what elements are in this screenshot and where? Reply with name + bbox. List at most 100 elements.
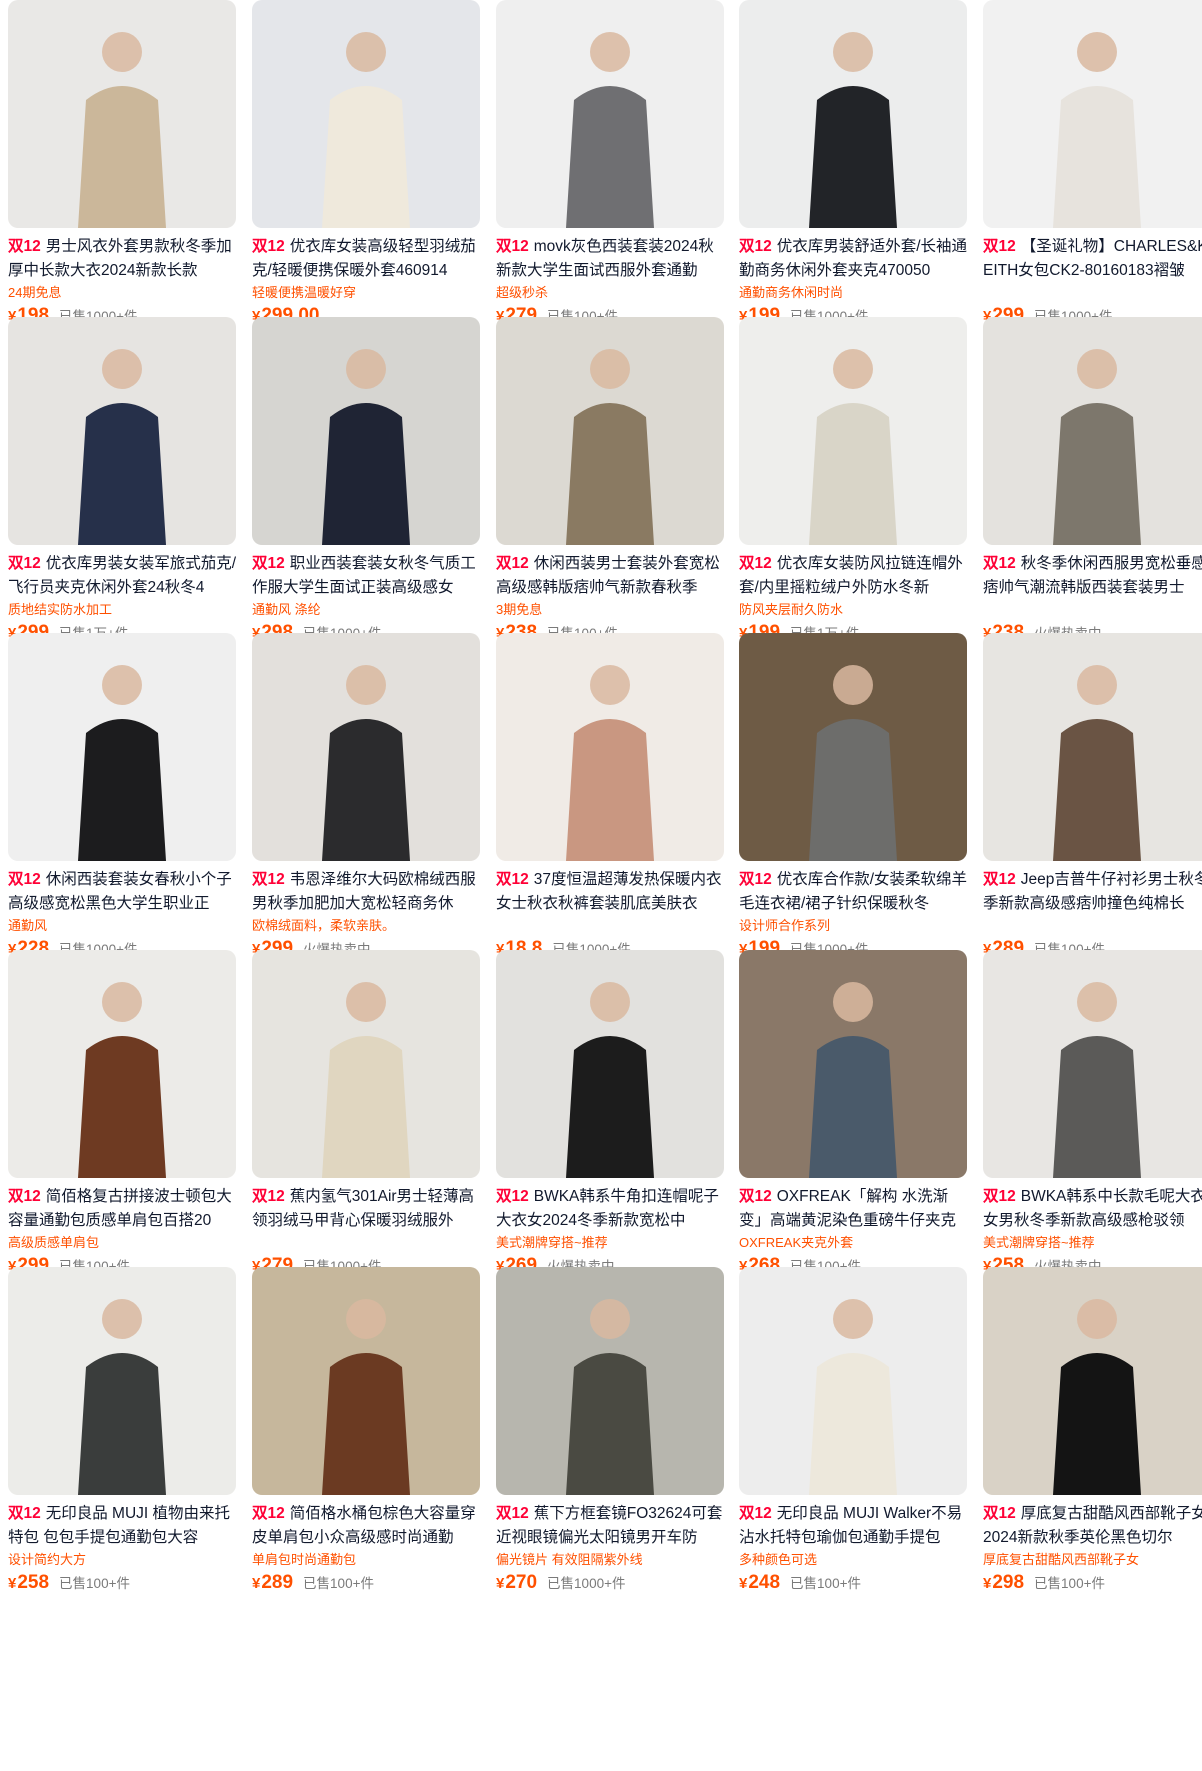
product-card[interactable]: 双12 优衣库合作款/女装柔软绵羊毛连衣裙/裙子针织保暖秋冬 设计师合作系列 ¥199…	[739, 633, 967, 973]
product-card[interactable]: 双12 蕉内氢气301Air男士轻薄高领羽绒马甲背心保暖羽绒服外 ¥279 已售100…	[252, 950, 480, 1290]
promo-text: 防风夹层耐久防水	[739, 602, 844, 617]
product-card[interactable]: 双12 男士风衣外套男款秋冬季加厚中长款大衣2024新款长款 24期免息 ¥198 已售…	[8, 0, 236, 340]
product-image[interactable]	[983, 0, 1202, 228]
sold-count: 已售100+件	[790, 1576, 861, 1591]
product-card[interactable]: 双12 优衣库男装舒适外套/长袖通勤商务休闲外套夹克470050 通勤商务休闲时尚 ¥…	[739, 0, 967, 340]
product-card[interactable]: 双12 【圣诞礼物】CHARLES&KEITH女包CK2-80160183褶皱 ¥2…	[983, 0, 1202, 340]
product-card[interactable]: 双12 无印良品 MUJI Walker不易沾水托特包瑜伽包通勤手提包 多种颜色可选…	[739, 1267, 967, 1607]
product-title[interactable]: 双12 男士风衣外套男款秋冬季加厚中长款大衣2024新款长款	[8, 235, 240, 283]
product-card[interactable]: 双12 厚底复古甜酷风西部靴子女2024新款秋季英伦黑色切尔 厚底复古甜酷风西部靴子…	[983, 1267, 1202, 1607]
product-image[interactable]	[739, 0, 967, 228]
product-shape	[78, 403, 166, 545]
price-value: 258	[17, 1572, 50, 1593]
product-image[interactable]	[496, 317, 724, 545]
product-title[interactable]: 双12 职业西装套装女秋冬气质工作服大学生面试正装高级感女	[252, 552, 484, 600]
price-value: 270	[505, 1572, 538, 1593]
product-image[interactable]	[8, 950, 236, 1178]
product-title[interactable]: 双12 韦恩泽维尔大码欧棉绒西服男秋季加肥加大宽松轻商务休	[252, 868, 484, 916]
product-card[interactable]: 双12 无印良品 MUJI 植物由来托特包 包包手提包通勤包大容 设计简约大方 ¥25…	[8, 1267, 236, 1607]
product-card[interactable]: 双12职业西装套装女秋冬气质工作服大学生面试正装高级感女通勤风 涤纶¥298已售…	[252, 317, 480, 657]
promo-text: 欧棉绒面料，柔软亲肤。	[252, 918, 396, 933]
product-image[interactable]	[8, 633, 236, 861]
product-card[interactable]: 双12 movk灰色西装套装2024秋新款大学生面试西服外套通勤 超级秒杀 ¥279 已…	[496, 0, 724, 340]
price-row: ¥289 已售100+件	[252, 1572, 374, 1594]
product-title[interactable]: 双12 Jeep吉普牛仔衬衫男士秋冬季新款高级感痞帅撞色纯棉长	[983, 868, 1202, 916]
product-title[interactable]: 双12 OXFREAK「解构 水洗渐变」高端黄泥染色重磅牛仔夹克	[739, 1185, 971, 1233]
product-shape	[78, 719, 166, 861]
product-shape	[78, 86, 166, 228]
product-image[interactable]	[983, 633, 1202, 861]
product-image[interactable]	[496, 1267, 724, 1495]
product-image[interactable]	[496, 0, 724, 228]
product-shape	[809, 403, 897, 545]
product-title[interactable]: 双12 37度恒温超薄发热保暖内衣女士秋衣秋裤套装肌底美肤衣	[496, 868, 728, 916]
price-value: 289	[261, 1572, 294, 1593]
product-image[interactable]	[8, 0, 236, 228]
product-title-text: 37度恒温超薄发热保暖内衣女士秋衣秋裤套装肌底美肤衣	[496, 871, 722, 912]
product-title-text: 优衣库男装女装军旅式茄克/飞行员夹克休闲外套24秋冬4	[8, 555, 237, 596]
product-title[interactable]: 双12 简佰格水桶包棕色大容量穿皮单肩包小众高级感时尚通勤	[252, 1502, 484, 1550]
product-card[interactable]: 双12 BWKA韩系中长款毛呢大衣女男秋冬季新款高级感枪驳领 美式潮牌穿搭~推荐 ¥2…	[983, 950, 1202, 1290]
product-title[interactable]: 双12 无印良品 MUJI Walker不易沾水托特包瑜伽包通勤手提包	[739, 1502, 971, 1550]
product-image[interactable]	[8, 1267, 236, 1495]
product-image[interactable]	[983, 317, 1202, 545]
product-card[interactable]: 双12优衣库男装女装军旅式茄克/飞行员夹克休闲外套24秋冬4质地结实防水加工¥2…	[8, 317, 236, 657]
product-image[interactable]	[8, 317, 236, 545]
product-title[interactable]: 双12 BWKA韩系牛角扣连帽呢子大衣女2024冬季新款宽松中	[496, 1185, 728, 1233]
product-card[interactable]: 双12 Jeep吉普牛仔衬衫男士秋冬季新款高级感痞帅撞色纯棉长 ¥289 已售100+…	[983, 633, 1202, 973]
product-image[interactable]	[252, 950, 480, 1178]
product-title[interactable]: 双12 秋冬季休闲西服男宽松垂感痞帅气潮流韩版西装套装男士	[983, 552, 1202, 600]
product-card[interactable]: 双12 37度恒温超薄发热保暖内衣女士秋衣秋裤套装肌底美肤衣 ¥18.8 已售1000…	[496, 633, 724, 973]
product-image[interactable]	[252, 0, 480, 228]
product-card[interactable]: 双12休闲西装男士套装外套宽松高级感韩版痞帅气新款春秋季3期免息¥238已售10…	[496, 317, 724, 657]
double12-badge: 双12	[496, 555, 529, 572]
product-card[interactable]: 双12优衣库女装防风拉链连帽外套/内里摇粒绒户外防水冬新防风夹层耐久防水¥199…	[739, 317, 967, 657]
product-card[interactable]: 双12 休闲西装套装女春秋小个子高级感宽松黑色大学生职业正 通勤风 ¥228 已售100…	[8, 633, 236, 973]
promo-text: 通勤风	[8, 918, 48, 933]
product-image[interactable]	[252, 1267, 480, 1495]
product-title[interactable]: 双12 优衣库合作款/女装柔软绵羊毛连衣裙/裙子针织保暖秋冬	[739, 868, 971, 916]
product-title[interactable]: 双12 厚底复古甜酷风西部靴子女2024新款秋季英伦黑色切尔	[983, 1502, 1202, 1550]
product-card[interactable]: 双12 BWKA韩系牛角扣连帽呢子大衣女2024冬季新款宽松中 美式潮牌穿搭~推荐 ¥…	[496, 950, 724, 1290]
product-card[interactable]: 双12秋冬季休闲西服男宽松垂感痞帅气潮流韩版西装套装男士¥238火爆热卖中	[983, 317, 1202, 657]
product-image[interactable]	[983, 950, 1202, 1178]
product-title[interactable]: 双12 优衣库男装女装军旅式茄克/飞行员夹克休闲外套24秋冬4	[8, 552, 240, 600]
product-card[interactable]: 双12 简佰格复古拼接波士顿包大容量通勤包质感单肩包百搭20 高级质感单肩包 ¥299…	[8, 950, 236, 1290]
product-image[interactable]	[739, 950, 967, 1178]
product-image[interactable]	[252, 633, 480, 861]
product-title[interactable]: 双12 优衣库女装高级轻型羽绒茄克/轻暖便携保暖外套460914	[252, 235, 484, 283]
product-shape	[1053, 1036, 1141, 1178]
product-card[interactable]: 双12 简佰格水桶包棕色大容量穿皮单肩包小众高级感时尚通勤 单肩包时尚通勤包 ¥289…	[252, 1267, 480, 1607]
product-card[interactable]: 双12 韦恩泽维尔大码欧棉绒西服男秋季加肥加大宽松轻商务休 欧棉绒面料，柔软亲肤。 ¥…	[252, 633, 480, 973]
product-card[interactable]: 双12 蕉下方框套镜FO32624可套近视眼镜偏光太阳镜男开车防 偏光镜片 有效阻隔…	[496, 1267, 724, 1607]
product-title[interactable]: 双12 简佰格复古拼接波士顿包大容量通勤包质感单肩包百搭20	[8, 1185, 240, 1233]
product-title[interactable]: 双12 无印良品 MUJI 植物由来托特包 包包手提包通勤包大容	[8, 1502, 240, 1550]
product-title[interactable]: 双12 休闲西装男士套装外套宽松高级感韩版痞帅气新款春秋季	[496, 552, 728, 600]
product-title[interactable]: 双12 BWKA韩系中长款毛呢大衣女男秋冬季新款高级感枪驳领	[983, 1185, 1202, 1233]
product-image[interactable]	[496, 950, 724, 1178]
product-image[interactable]	[496, 633, 724, 861]
product-shape	[322, 86, 410, 228]
product-title[interactable]: 双12 【圣诞礼物】CHARLES&KEITH女包CK2-80160183褶皱	[983, 235, 1202, 283]
product-title[interactable]: 双12 休闲西装套装女春秋小个子高级感宽松黑色大学生职业正	[8, 868, 240, 916]
product-shape	[78, 1353, 166, 1495]
product-image[interactable]	[739, 317, 967, 545]
double12-badge: 双12	[252, 238, 285, 255]
product-image[interactable]	[983, 1267, 1202, 1495]
product-title[interactable]: 双12 蕉内氢气301Air男士轻薄高领羽绒马甲背心保暖羽绒服外	[252, 1185, 484, 1233]
price-row: ¥298 已售100+件	[983, 1572, 1105, 1594]
promo-text: 美式潮牌穿搭~推荐	[496, 1235, 608, 1250]
product-card[interactable]: 双12 OXFREAK「解构 水洗渐变」高端黄泥染色重磅牛仔夹克 OXFREAK夹克…	[739, 950, 967, 1290]
product-title[interactable]: 双12 蕉下方框套镜FO32624可套近视眼镜偏光太阳镜男开车防	[496, 1502, 728, 1550]
product-image[interactable]	[252, 317, 480, 545]
product-shape	[1053, 403, 1141, 545]
product-title-text: BWKA韩系牛角扣连帽呢子大衣女2024冬季新款宽松中	[496, 1188, 719, 1229]
product-title[interactable]: 双12 movk灰色西装套装2024秋新款大学生面试西服外套通勤	[496, 235, 728, 283]
product-card[interactable]: 双12 优衣库女装高级轻型羽绒茄克/轻暖便携保暖外套460914 轻暖便携温暖好穿 ¥…	[252, 0, 480, 340]
product-image[interactable]	[739, 633, 967, 861]
double12-badge: 双12	[496, 238, 529, 255]
model-head	[346, 349, 386, 389]
product-title[interactable]: 双12 优衣库女装防风拉链连帽外套/内里摇粒绒户外防水冬新	[739, 552, 971, 600]
product-title[interactable]: 双12 优衣库男装舒适外套/长袖通勤商务休闲外套夹克470050	[739, 235, 971, 283]
product-image[interactable]	[739, 1267, 967, 1495]
